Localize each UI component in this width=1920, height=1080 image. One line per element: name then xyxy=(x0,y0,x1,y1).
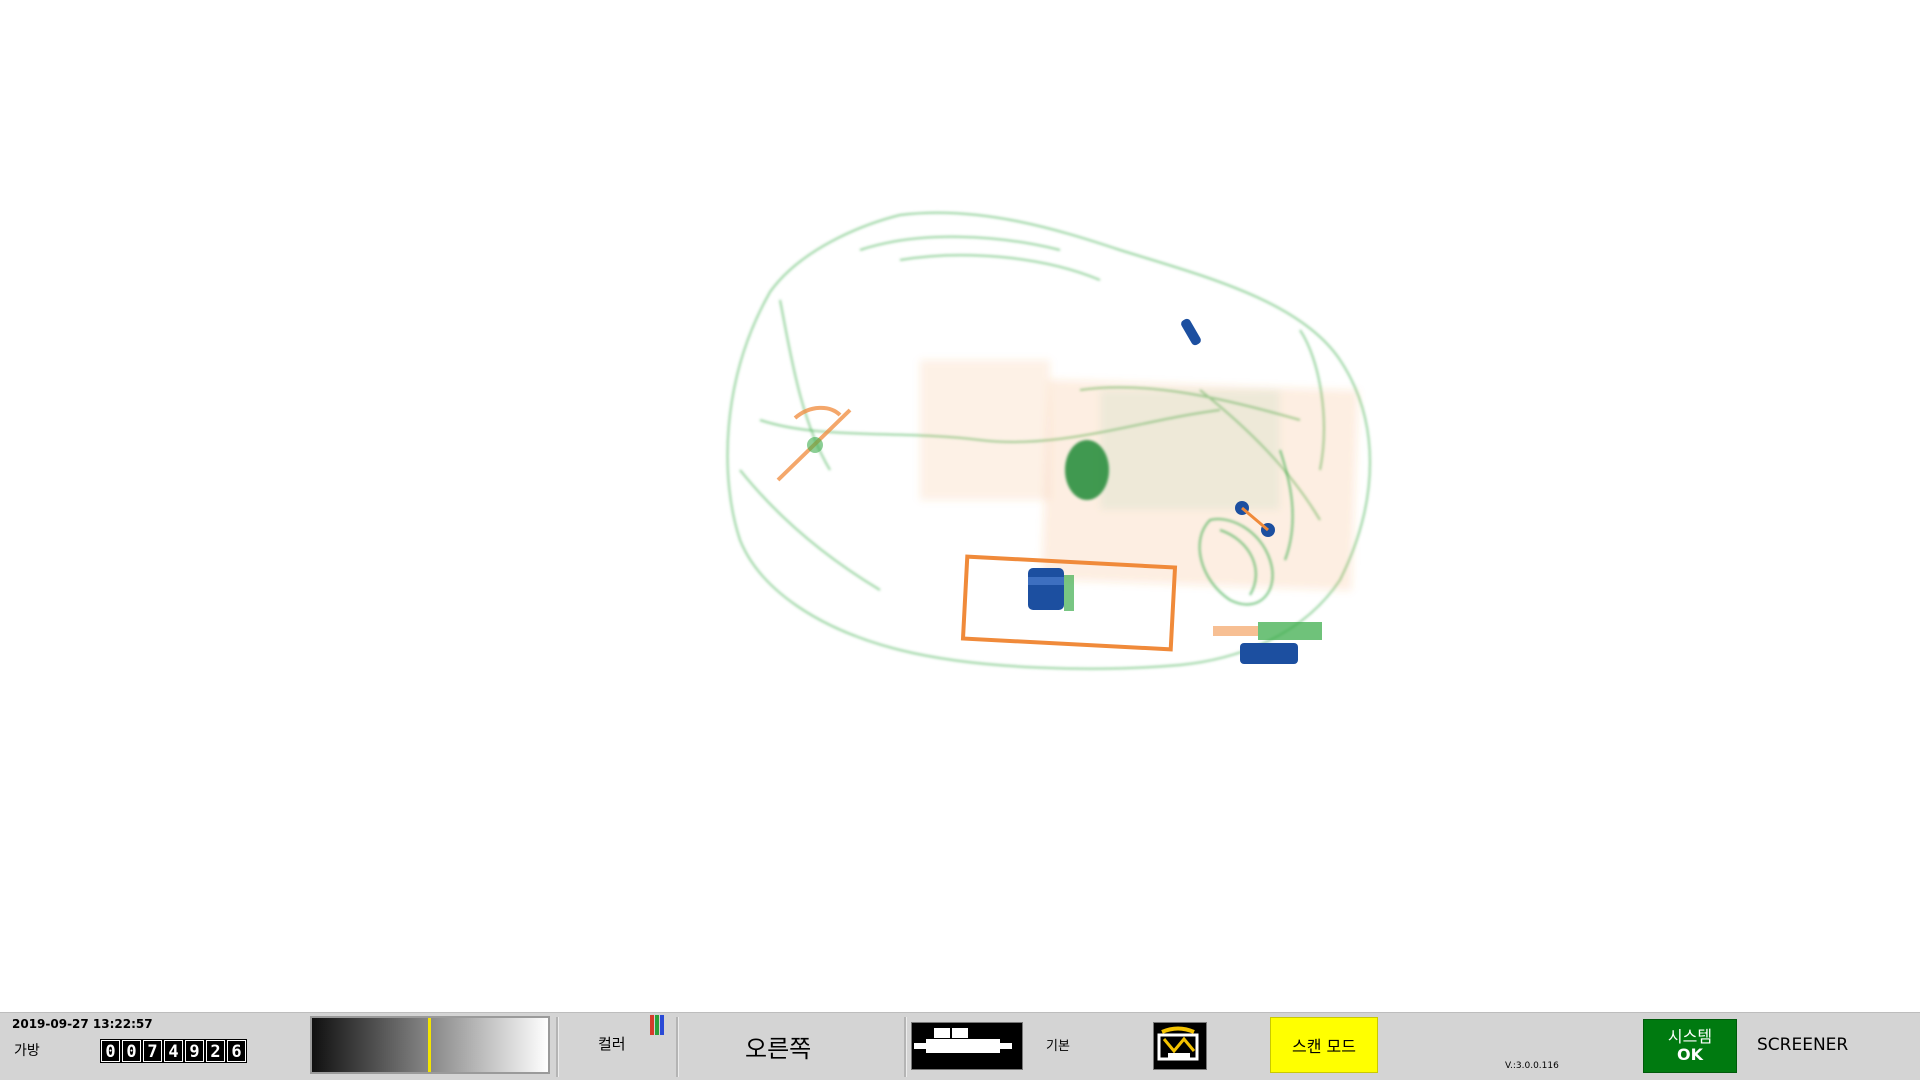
metal-zipper xyxy=(1181,318,1201,346)
basic-mode-label: 기본 xyxy=(1046,1039,1070,1054)
battery xyxy=(1240,643,1298,664)
counter-digit: 0 xyxy=(100,1039,121,1063)
system-status: OK xyxy=(1677,1045,1703,1064)
divider xyxy=(676,1017,679,1077)
divider xyxy=(904,1017,907,1077)
orange-tube xyxy=(1213,626,1258,636)
status-bar: 2019-09-27 13:22:57 가방 0 0 7 4 9 2 6 컬러 … xyxy=(0,1012,1920,1080)
xray-image-viewport[interactable] xyxy=(0,0,1920,1012)
system-label: 시스템 xyxy=(1667,1027,1713,1046)
dense-object xyxy=(1065,440,1109,500)
counter-digit: 4 xyxy=(163,1039,184,1063)
image-function-button[interactable] xyxy=(1153,1022,1207,1070)
bag-label: 가방 xyxy=(14,1043,40,1059)
color-mode-button[interactable]: 컬러 xyxy=(598,1033,626,1054)
counter-digit: 6 xyxy=(226,1039,247,1063)
divider xyxy=(556,1017,559,1077)
color-palette-icon xyxy=(650,1015,664,1035)
xray-bag-image xyxy=(726,211,1371,670)
organic-tool-left xyxy=(776,405,852,482)
scan-image-icon xyxy=(1157,1026,1199,1061)
counter-digit: 2 xyxy=(205,1039,226,1063)
grayscale-level-slider[interactable] xyxy=(310,1016,550,1074)
bag-counter: 0 0 7 4 9 2 6 xyxy=(100,1039,247,1063)
scan-mode-button[interactable]: 스캔 모드 xyxy=(1270,1017,1378,1073)
orientation-label[interactable]: 오른쪽 xyxy=(745,1029,811,1064)
counter-digit: 7 xyxy=(142,1039,163,1063)
datetime: 2019-09-27 13:22:57 xyxy=(12,1017,153,1031)
level-marker[interactable] xyxy=(427,1018,431,1072)
version-label: V.:3.0.0.116 xyxy=(1505,1061,1559,1071)
counter-digit: 0 xyxy=(121,1039,142,1063)
conveyor-button[interactable] xyxy=(911,1022,1023,1070)
user-role-label: SCREENER xyxy=(1757,1035,1849,1055)
counter-digit: 9 xyxy=(184,1039,205,1063)
conveyor-icon xyxy=(914,1028,1012,1053)
green-tube xyxy=(1258,622,1322,640)
system-status-badge: 시스템 OK xyxy=(1643,1019,1737,1073)
